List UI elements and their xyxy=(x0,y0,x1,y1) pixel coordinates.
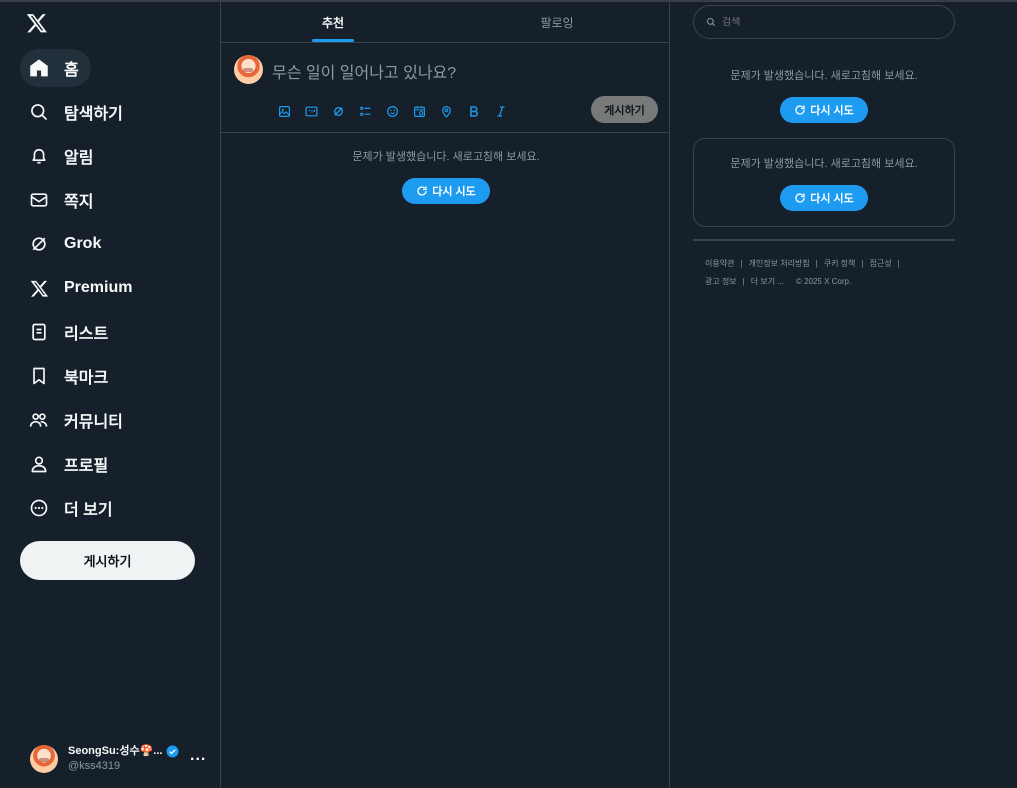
footer-terms-link[interactable]: 이용약관 xyxy=(705,259,734,268)
tab-label: 팔로잉 xyxy=(540,15,574,30)
who-to-follow-card: 문제가 발생했습니다. 새로고침해 보세요. 다시 시도 xyxy=(693,138,955,227)
nav-messages[interactable]: 쪽지 xyxy=(20,181,105,219)
bell-icon xyxy=(28,145,50,167)
composer-input[interactable]: 무슨 일이 일어나고 있나요? xyxy=(272,59,456,83)
footer-links: 이용약관 | 개인정보 처리방침 | 쿠키 정책 | 접근성 | 광고 정보 | 더 보기 ...… xyxy=(705,259,900,286)
nav-label: Premium xyxy=(64,279,133,296)
trends-error-message: 문제가 발생했습니다. 새로고침해 보세요. xyxy=(730,70,918,82)
grok-icon[interactable] xyxy=(325,101,352,121)
retry-label: 다시 시도 xyxy=(432,186,476,198)
main-nav: 홈 탐색하기 알림 쪽지 Grok Premium 리스트 북마크 커뮤니티 프… xyxy=(20,49,144,533)
nav-label: 리스트 xyxy=(64,326,109,343)
mail-icon xyxy=(28,189,50,211)
active-tab-indicator xyxy=(312,39,354,42)
avatar xyxy=(30,745,58,773)
nav-label: 홈 xyxy=(64,62,79,79)
nav-label: 알림 xyxy=(64,150,94,167)
refresh-icon xyxy=(417,186,427,196)
nav-bookmarks[interactable]: 북마크 xyxy=(20,357,120,395)
bold-icon[interactable] xyxy=(460,101,487,121)
italic-icon[interactable] xyxy=(487,101,514,121)
tab-following[interactable]: 팔로잉 xyxy=(445,2,669,42)
search-icon xyxy=(706,17,716,27)
account-switcher[interactable]: SeongSu:성수🍄... @kss4319 ... xyxy=(30,742,210,776)
list-icon xyxy=(28,321,50,343)
more-circle-icon xyxy=(28,497,50,519)
communities-icon xyxy=(28,409,50,431)
account-name: SeongSu:성수🍄... xyxy=(68,745,163,757)
composer-toolbar xyxy=(271,101,514,121)
account-more-icon[interactable]: ... xyxy=(190,747,206,765)
retry-button[interactable]: 다시 시도 xyxy=(780,97,868,123)
post-button[interactable]: 게시하기 xyxy=(20,541,195,580)
search-box[interactable] xyxy=(693,5,955,39)
image-icon[interactable] xyxy=(271,101,298,121)
card-error-message: 문제가 발생했습니다. 새로고침해 보세요. xyxy=(730,158,918,170)
nav-label: 프로필 xyxy=(64,458,109,475)
home-icon xyxy=(28,57,50,79)
nav-notifications[interactable]: 알림 xyxy=(20,137,105,175)
x-icon xyxy=(28,277,50,299)
avatar xyxy=(234,55,263,84)
nav-communities[interactable]: 커뮤니티 xyxy=(20,401,135,439)
footer-cookies-link[interactable]: 쿠키 정책 xyxy=(824,259,856,268)
refresh-icon xyxy=(795,193,805,203)
footer-copyright: © 2025 X Corp. xyxy=(795,277,852,286)
grok-icon xyxy=(28,233,50,255)
footer-privacy-link[interactable]: 개인정보 처리방침 xyxy=(749,259,810,268)
location-icon[interactable] xyxy=(433,101,460,121)
bookmark-icon xyxy=(28,365,50,387)
schedule-icon[interactable] xyxy=(406,101,433,121)
poll-icon[interactable] xyxy=(352,101,379,121)
timeline-error-message: 문제가 발생했습니다. 새로고침해 보세요. xyxy=(352,151,540,163)
nav-premium[interactable]: Premium xyxy=(20,269,144,307)
main-timeline: 추천 팔로잉 무슨 일이 일어나고 있나요? 게시하기 문제가 발생했습니다. … xyxy=(220,2,670,788)
nav-explore[interactable]: 탐색하기 xyxy=(20,93,135,131)
nav-profile[interactable]: 프로필 xyxy=(20,445,120,483)
tab-label: 추천 xyxy=(321,15,345,30)
search-input[interactable] xyxy=(722,16,922,28)
retry-button[interactable]: 다시 시도 xyxy=(402,178,490,204)
verified-badge-icon xyxy=(166,745,179,758)
nav-grok[interactable]: Grok xyxy=(20,225,113,263)
tab-for-you[interactable]: 추천 xyxy=(221,2,445,42)
nav-label: 쪽지 xyxy=(64,194,94,211)
timeline-tabs: 추천 팔로잉 xyxy=(221,2,669,43)
left-sidebar: 홈 탐색하기 알림 쪽지 Grok Premium 리스트 북마크 커뮤니티 프… xyxy=(0,2,220,788)
emoji-icon[interactable] xyxy=(379,101,406,121)
divider xyxy=(693,239,955,241)
nav-label: 커뮤니티 xyxy=(64,414,123,431)
nav-label: 더 보기 xyxy=(64,502,113,519)
right-sidebar: 문제가 발생했습니다. 새로고침해 보세요. 다시 시도 문제가 발생했습니다.… xyxy=(670,2,1017,788)
nav-label: 탐색하기 xyxy=(64,106,123,123)
nav-lists[interactable]: 리스트 xyxy=(20,313,120,351)
account-handle: @kss4319 xyxy=(68,760,121,772)
nav-label: Grok xyxy=(64,235,102,252)
footer-accessibility-link[interactable]: 접근성 xyxy=(869,259,891,268)
search-icon xyxy=(28,101,50,123)
nav-more[interactable]: 더 보기 xyxy=(20,489,125,527)
post-composer: 무슨 일이 일어나고 있나요? 게시하기 xyxy=(221,43,669,133)
nav-home[interactable]: 홈 xyxy=(20,49,91,87)
nav-label: 북마크 xyxy=(64,370,109,387)
account-info: SeongSu:성수🍄... @kss4319 xyxy=(68,744,179,774)
retry-label: 다시 시도 xyxy=(810,105,854,117)
x-logo-icon[interactable] xyxy=(26,12,52,38)
footer-more-link[interactable]: 더 보기 ... xyxy=(751,277,784,286)
account-name-row: SeongSu:성수🍄... xyxy=(68,744,179,759)
person-icon xyxy=(28,453,50,475)
composer-post-button[interactable]: 게시하기 xyxy=(591,96,658,123)
refresh-icon xyxy=(795,105,805,115)
footer-ads-link[interactable]: 광고 정보 xyxy=(705,277,737,286)
gif-icon[interactable] xyxy=(298,101,325,121)
retry-label: 다시 시도 xyxy=(810,193,854,205)
retry-button[interactable]: 다시 시도 xyxy=(780,185,868,211)
